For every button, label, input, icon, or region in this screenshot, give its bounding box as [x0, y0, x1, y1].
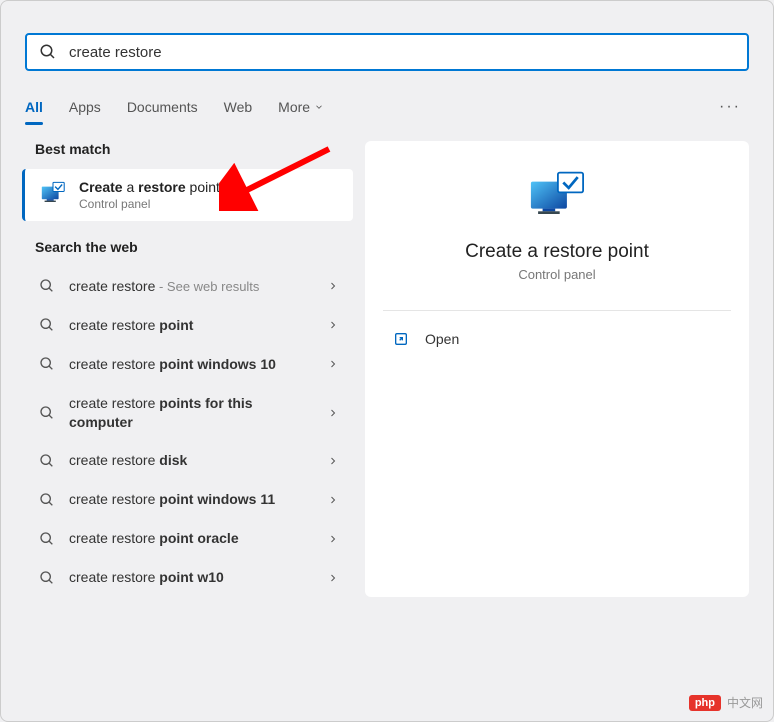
chevron-right-icon	[327, 533, 339, 545]
web-result[interactable]: create restore point oracle	[25, 519, 353, 558]
watermark: php 中文网	[689, 694, 763, 711]
best-match-title: Create a restore point	[79, 179, 220, 195]
best-match-subtitle: Control panel	[79, 197, 220, 211]
search-icon	[39, 570, 55, 586]
tabs-row: All Apps Documents Web More ···	[1, 91, 773, 123]
chevron-right-icon	[327, 572, 339, 584]
tab-documents[interactable]: Documents	[127, 91, 198, 123]
web-result-label: create restore point	[69, 316, 313, 335]
web-result[interactable]: create restore point	[25, 306, 353, 345]
search-icon	[39, 531, 55, 547]
search-icon	[39, 453, 55, 469]
search-bar[interactable]	[25, 33, 749, 71]
open-label: Open	[425, 331, 459, 347]
web-result[interactable]: create restore points for this computer	[25, 384, 353, 442]
search-icon	[39, 356, 55, 372]
watermark-text: 中文网	[727, 694, 763, 711]
chevron-right-icon	[327, 455, 339, 467]
chevron-right-icon	[327, 358, 339, 370]
search-icon	[39, 405, 55, 421]
results-column: Best match Create a restore point Contro…	[25, 141, 353, 597]
web-result[interactable]: create restore - See web results	[25, 267, 353, 306]
tabs: All Apps Documents Web More	[25, 91, 711, 123]
web-result-label: create restore point oracle	[69, 529, 313, 548]
web-result[interactable]: create restore point windows 10	[25, 345, 353, 384]
preview-subtitle: Control panel	[383, 267, 731, 282]
chevron-right-icon	[327, 494, 339, 506]
preview-pane: Create a restore point Control panel Ope…	[365, 141, 749, 597]
search-icon	[39, 43, 57, 61]
web-results-header: Search the web	[25, 239, 353, 255]
web-result[interactable]: create restore disk	[25, 441, 353, 480]
web-result-label: create restore point windows 11	[69, 490, 313, 509]
monitor-check-icon	[39, 181, 67, 209]
watermark-badge: php	[689, 695, 721, 711]
search-icon	[39, 317, 55, 333]
best-match-header: Best match	[25, 141, 353, 157]
tab-apps[interactable]: Apps	[69, 91, 101, 123]
tab-more[interactable]: More	[278, 91, 324, 123]
chevron-right-icon	[327, 407, 339, 419]
chevron-right-icon	[327, 280, 339, 292]
divider	[383, 310, 731, 311]
search-icon	[39, 492, 55, 508]
overflow-menu-button[interactable]: ···	[711, 98, 749, 116]
web-result-label: create restore points for this computer	[69, 394, 313, 432]
web-result-label: create restore - See web results	[69, 277, 313, 296]
search-icon	[39, 278, 55, 294]
tab-all[interactable]: All	[25, 91, 43, 123]
tab-web[interactable]: Web	[224, 91, 253, 123]
web-result[interactable]: create restore point w10	[25, 558, 353, 597]
chevron-right-icon	[327, 319, 339, 331]
preview-icon	[383, 169, 731, 223]
web-result[interactable]: create restore point windows 11	[25, 480, 353, 519]
web-result-label: create restore point w10	[69, 568, 313, 587]
open-action[interactable]: Open	[383, 327, 731, 351]
chevron-down-icon	[314, 102, 324, 112]
preview-title: Create a restore point	[383, 241, 731, 263]
open-icon	[393, 331, 409, 347]
best-match-result[interactable]: Create a restore point Control panel	[22, 169, 353, 221]
web-result-label: create restore point windows 10	[69, 355, 313, 374]
search-input[interactable]	[69, 44, 735, 61]
web-result-label: create restore disk	[69, 451, 313, 470]
